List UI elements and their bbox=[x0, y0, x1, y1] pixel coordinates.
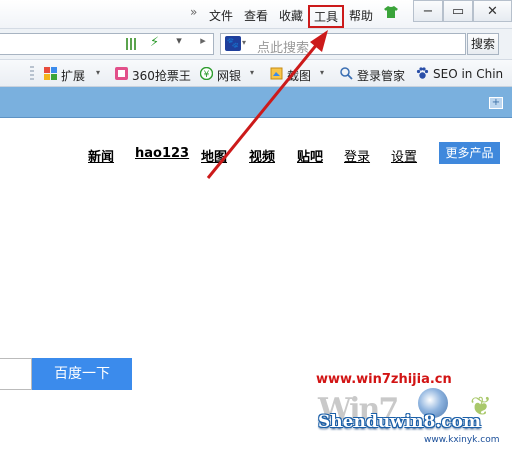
new-tab-icon[interactable]: + bbox=[489, 97, 503, 109]
bookmark-extensions[interactable]: 扩展 bbox=[61, 67, 85, 84]
close-button[interactable]: ✕ bbox=[473, 0, 512, 22]
qr-code-icon[interactable] bbox=[126, 38, 138, 50]
watermark-subsite: www.kxinyk.com bbox=[424, 435, 500, 445]
nav-link-news[interactable]: 新闻 bbox=[88, 146, 114, 165]
speed-mode-icon[interactable]: ⚡ bbox=[150, 35, 159, 50]
restore-button[interactable]: ▭ bbox=[443, 0, 473, 22]
bookmark-360-ticket[interactable]: 360抢票王 bbox=[132, 67, 191, 84]
watermark-url: www.win7zhijia.cn bbox=[316, 372, 452, 387]
nav-link-hao123[interactable]: hao123 bbox=[135, 146, 189, 161]
bookmark-seo[interactable]: SEO in Chin bbox=[433, 67, 503, 81]
menu-overflow-chevron[interactable]: » bbox=[190, 5, 197, 19]
baidu-search-input[interactable] bbox=[0, 358, 32, 390]
bookmark-login-manager[interactable]: 登录管家 bbox=[357, 67, 405, 84]
more-products-button[interactable]: 更多产品 bbox=[439, 142, 500, 164]
annotation-arrow-icon bbox=[206, 30, 328, 179]
skin-shirt-icon[interactable] bbox=[384, 6, 398, 18]
toolbar-grip[interactable] bbox=[30, 66, 34, 80]
extensions-caret-icon[interactable]: ▾ bbox=[96, 68, 100, 77]
extensions-icon bbox=[44, 67, 57, 80]
minimize-button[interactable]: − bbox=[413, 0, 443, 22]
watermark-site: Shenduwin8.com bbox=[318, 412, 481, 432]
ticket-icon bbox=[115, 67, 128, 80]
nav-link-settings[interactable]: 设置 bbox=[391, 146, 417, 165]
address-dropdown-button[interactable]: ▾ bbox=[170, 34, 188, 54]
baidu-search-button[interactable]: 百度一下 bbox=[32, 358, 132, 390]
menu-help[interactable]: 帮助 bbox=[349, 7, 373, 24]
search-button[interactable]: 搜索 bbox=[467, 33, 499, 55]
paw-icon bbox=[416, 67, 429, 79]
